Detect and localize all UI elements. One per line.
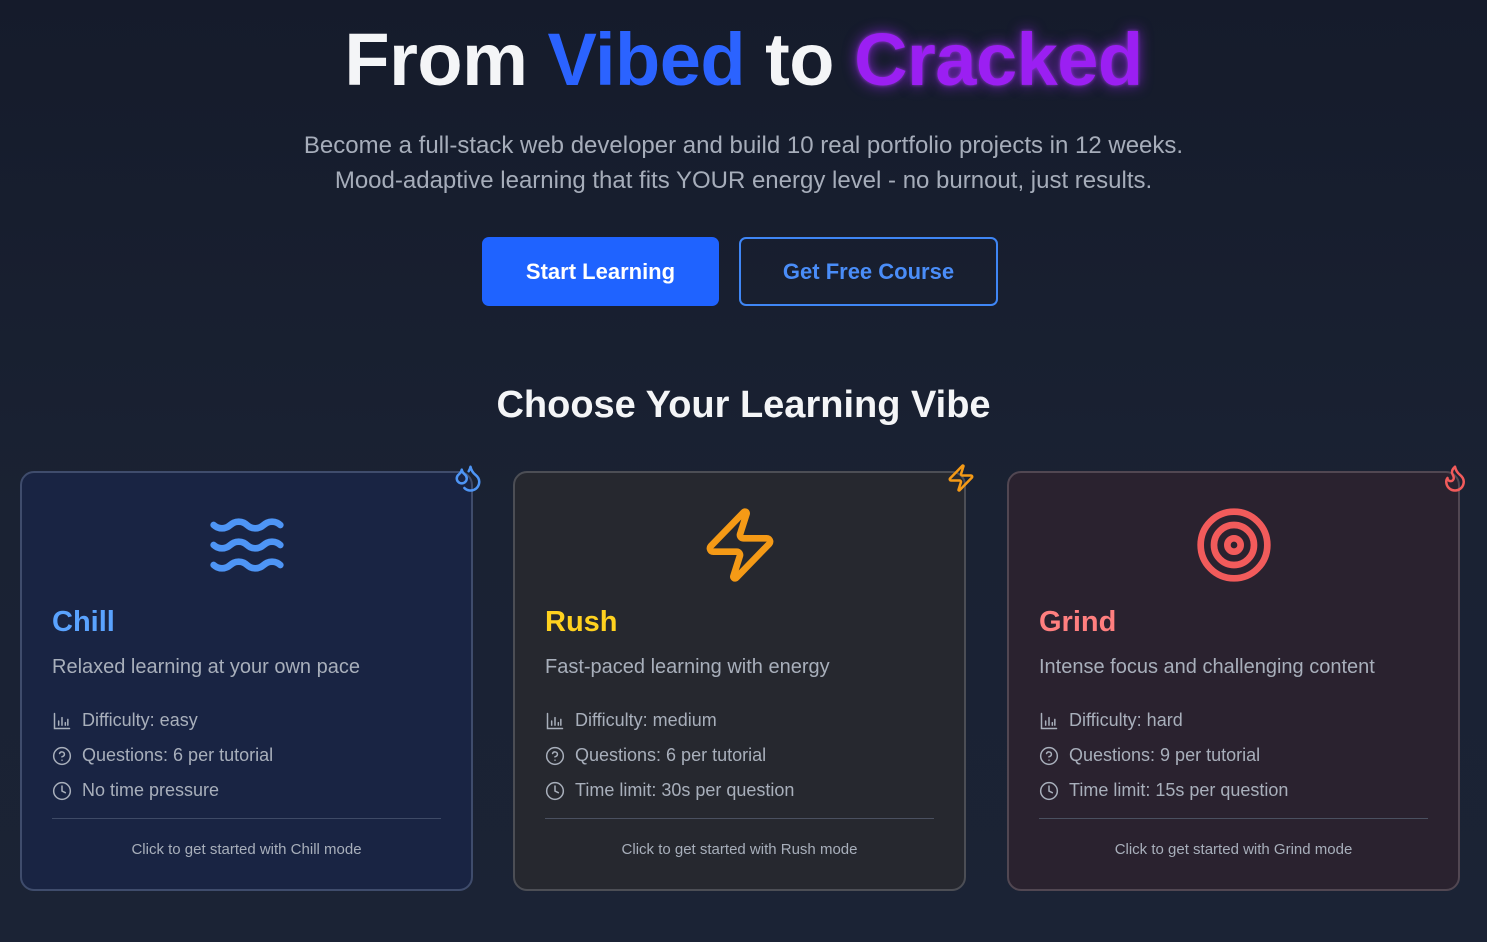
help-circle-icon	[1039, 746, 1059, 765]
clock-icon	[545, 781, 565, 800]
help-circle-icon	[52, 746, 72, 765]
feature-time: Time limit: 30s per question	[545, 773, 794, 808]
mode-description: Fast-paced learning with energy	[545, 656, 830, 678]
section-title: Choose Your Learning Vibe	[496, 384, 991, 426]
feature-text: Difficulty: medium	[575, 710, 717, 730]
feature-text: Questions: 9 per tutorial	[1069, 745, 1261, 765]
mode-card-rush[interactable]: Rush Fast-paced learning with energy Dif…	[513, 464, 974, 891]
clock-icon	[52, 781, 72, 800]
mode-features: Difficulty: easy Questions: 6 per tutori…	[52, 703, 273, 808]
clock-icon	[1039, 781, 1059, 800]
target-icon	[1196, 508, 1271, 582]
mode-cta-text: Click to get started with Rush mode	[621, 841, 858, 858]
feature-text: Difficulty: hard	[1069, 710, 1183, 730]
bar-chart-icon	[1040, 712, 1058, 729]
mode-card-chill[interactable]: Chill Relaxed learning at your own pace …	[20, 465, 481, 891]
waves-icon	[209, 518, 284, 572]
card-divider	[52, 818, 441, 819]
mode-card-grind[interactable]: Grind Intense focus and challenging cont…	[1007, 465, 1465, 891]
hero-title-word-from: From	[344, 18, 528, 101]
mode-description: Relaxed learning at your own pace	[52, 656, 360, 678]
help-circle-icon	[545, 746, 565, 765]
mode-cta-text: Click to get started with Chill mode	[131, 841, 362, 858]
mode-cta-text: Click to get started with Grind mode	[1114, 841, 1353, 858]
landing-page: From Vibed to Cracked Become a full-stac…	[0, 0, 1487, 942]
start-learning-button[interactable]: Start Learning	[482, 237, 719, 306]
feature-questions: Questions: 6 per tutorial	[52, 738, 273, 773]
feature-difficulty: Difficulty: hard	[1039, 703, 1288, 738]
lightning-icon	[706, 508, 773, 582]
feature-text: Difficulty: easy	[82, 710, 198, 730]
main-icon-wrap	[515, 505, 964, 585]
bar-chart-icon	[53, 712, 71, 729]
mode-features: Difficulty: hard Questions: 9 per tutori…	[1039, 703, 1288, 808]
main-icon-wrap	[22, 505, 471, 585]
feature-time: Time limit: 15s per question	[1039, 773, 1288, 808]
feature-questions: Questions: 6 per tutorial	[545, 738, 794, 773]
bar-chart-icon	[546, 712, 564, 729]
feature-text: Time limit: 15s per question	[1069, 780, 1289, 800]
hero-subtitle-line-2: Mood-adaptive learning that fits YOUR en…	[334, 167, 1153, 194]
mode-name: Rush	[545, 606, 618, 638]
hero-title-word-cracked: Cracked	[854, 18, 1143, 101]
card-divider	[1039, 818, 1428, 819]
lightning-icon	[948, 464, 974, 492]
feature-questions: Questions: 9 per tutorial	[1039, 738, 1288, 773]
feature-text: Time limit: 30s per question	[575, 780, 795, 800]
mode-name: Grind	[1039, 606, 1117, 638]
feature-text: Questions: 6 per tutorial	[82, 745, 274, 765]
card-divider	[545, 818, 934, 819]
hero-subtitle: Become a full-stack web developer and bu…	[0, 128, 1487, 198]
feature-difficulty: Difficulty: easy	[52, 703, 273, 738]
hero-title: From Vibed to Cracked	[0, 18, 1487, 102]
hero-title-word-to: to	[765, 18, 834, 101]
feature-time: No time pressure	[52, 773, 273, 808]
hero-subtitle-line-1: Become a full-stack web developer and bu…	[303, 132, 1184, 159]
droplets-icon	[455, 465, 481, 492]
feature-text: No time pressure	[82, 780, 220, 800]
hero-title-word-vibed: Vibed	[547, 18, 746, 101]
mode-features: Difficulty: medium Questions: 6 per tuto…	[545, 703, 794, 808]
feature-difficulty: Difficulty: medium	[545, 703, 794, 738]
mode-description: Intense focus and challenging content	[1039, 656, 1375, 678]
mode-name: Chill	[52, 606, 115, 638]
feature-text: Questions: 6 per tutorial	[575, 745, 767, 765]
flame-icon	[1445, 465, 1465, 492]
get-free-course-button[interactable]: Get Free Course	[739, 237, 998, 306]
main-icon-wrap	[1009, 505, 1458, 585]
